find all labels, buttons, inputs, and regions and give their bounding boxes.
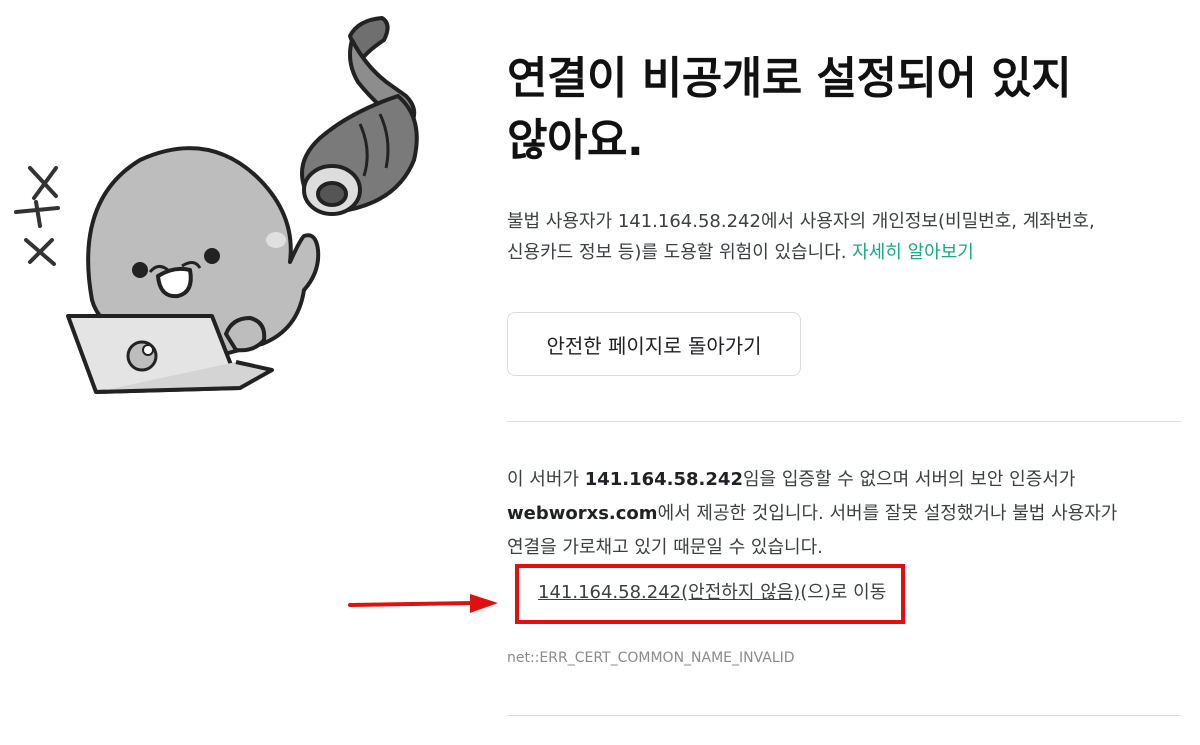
page-title: 연결이 비공개로 설정되어 있지 않아요. bbox=[507, 48, 1181, 172]
mascot-camera-illustration bbox=[14, 16, 419, 394]
details-domain: webworxs.com bbox=[507, 503, 658, 524]
description-text-2: 에서 사용자의 개인정보(비밀번호, 계좌번호, bbox=[760, 211, 1095, 232]
page-title-line2: 않아요. bbox=[507, 115, 644, 166]
security-camera-icon bbox=[300, 16, 419, 216]
error-code: net::ERR_CERT_COMMON_NAME_INVALID bbox=[507, 650, 795, 666]
section-divider-bottom bbox=[507, 715, 1181, 716]
description-text-3: 신용카드 정보 등)를 도용할 위험이 있습니다. bbox=[507, 242, 847, 263]
details-line3: 연결을 가로채고 있기 때문일 수 있습니다. bbox=[507, 537, 823, 558]
description-host: 141.164.58.242 bbox=[617, 211, 761, 232]
back-to-safety-button[interactable]: 안전한 페이지로 돌아가기 bbox=[507, 312, 801, 376]
details-text: 이 서버가 141.164.58.242임을 입증할 수 없으며 서버의 보안 … bbox=[507, 463, 1181, 565]
details-line1-suffix: 임을 입증할 수 없으며 서버의 보안 인증서가 bbox=[742, 469, 1076, 490]
warning-description: 불법 사용자가 141.164.58.242에서 사용자의 개인정보(비밀번호,… bbox=[507, 206, 1167, 268]
main-content: 연결이 비공개로 설정되어 있지 않아요. 불법 사용자가 141.164.58… bbox=[507, 48, 1181, 716]
privacy-error-page: 연결이 비공개로 설정되어 있지 않아요. 불법 사용자가 141.164.58… bbox=[0, 0, 1200, 745]
description-text-1: 불법 사용자가 bbox=[507, 211, 618, 232]
details-line2-suffix: 에서 제공한 것입니다. 서버를 잘못 설정했거나 불법 사용자가 bbox=[657, 503, 1118, 524]
red-arrow-right-icon bbox=[348, 594, 498, 613]
proceed-link-host[interactable]: 141.164.58.242(안전하지 않음) bbox=[538, 582, 800, 603]
details-host: 141.164.58.242 bbox=[584, 469, 743, 490]
scribble-marks-icon bbox=[14, 166, 60, 266]
page-title-line1: 연결이 비공개로 설정되어 있지 bbox=[507, 53, 1072, 104]
learn-more-link[interactable]: 자세히 알아보기 bbox=[852, 242, 974, 263]
details-line1-prefix: 이 서버가 bbox=[507, 469, 585, 490]
proceed-unsafe-link[interactable]: 141.164.58.242(안전하지 않음)(으)로 이동 bbox=[538, 578, 886, 608]
section-divider-top bbox=[507, 421, 1181, 422]
proceed-link-suffix[interactable]: (으)로 이동 bbox=[800, 582, 886, 603]
